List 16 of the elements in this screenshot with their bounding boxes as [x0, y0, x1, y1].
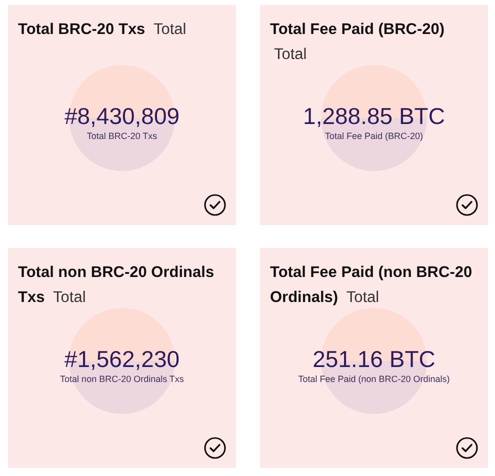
- checkmark-circle-icon[interactable]: [204, 194, 226, 216]
- stat-value: #1,562,230: [64, 345, 180, 373]
- stat-caption: Total Fee Paid (non BRC-20 Ordinals): [298, 373, 450, 385]
- stat-value: #8,430,809: [64, 102, 180, 130]
- stat-value: 251.16 BTC: [312, 345, 436, 373]
- card-title: Total Fee Paid (non BRC-20 Ordinals) Total: [270, 263, 474, 308]
- checkmark-circle-icon[interactable]: [204, 437, 226, 459]
- checkmark-circle-icon[interactable]: [456, 437, 478, 459]
- stat-value: 1,288.85 BTC: [303, 102, 445, 130]
- stat-caption: Total non BRC-20 Ordinals Txs: [60, 373, 184, 385]
- stat-caption: Total BRC-20 Txs: [86, 130, 158, 142]
- card-title: Total BRC-20 Txs Total: [18, 20, 188, 40]
- checkmark-circle-icon[interactable]: [456, 194, 478, 216]
- card-title: Total Fee Paid (BRC-20) Total: [270, 20, 446, 65]
- card-title: Total non BRC-20 Ordinals Txs Total: [18, 263, 216, 308]
- stat-caption: Total Fee Paid (BRC-20): [324, 130, 424, 142]
